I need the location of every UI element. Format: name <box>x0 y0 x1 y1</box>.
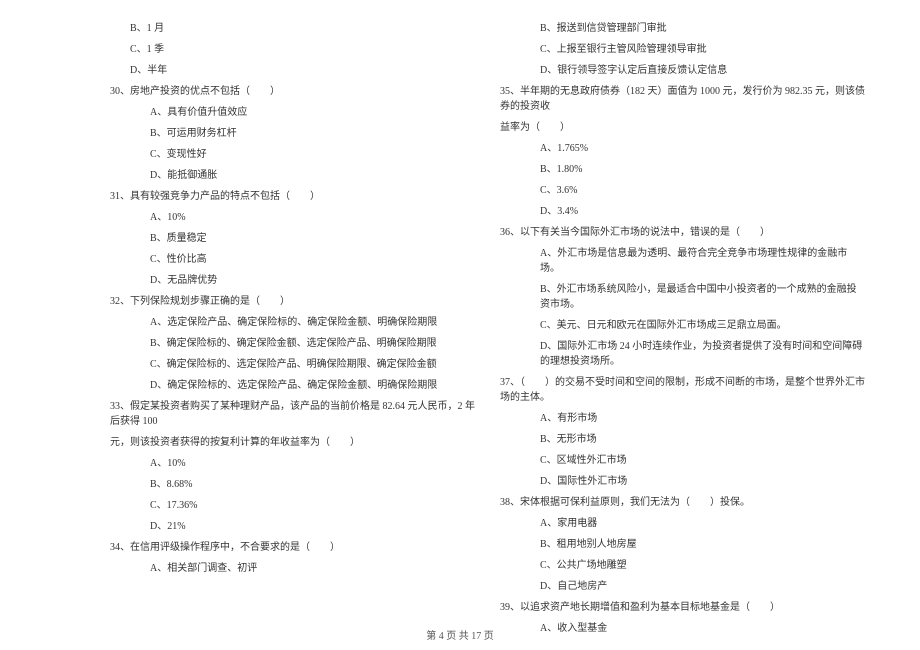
option: D、21% <box>150 519 475 534</box>
question-34: 34、在信用评级操作程序中，不合要求的是（ ） <box>110 540 475 555</box>
option: D、国际性外汇市场 <box>540 474 865 489</box>
page-content: B、1 月 C、1 季 D、半年 30、房地产投资的优点不包括（ ） A、具有价… <box>0 0 920 620</box>
right-column: B、报送到信贷管理部门审批 C、上报至银行主管风险管理领导审批 D、银行领导签字… <box>490 15 880 590</box>
option: B、1.80% <box>540 162 865 177</box>
question-32: 32、下列保险规划步骤正确的是（ ） <box>110 294 475 309</box>
option: C、3.6% <box>540 183 865 198</box>
option: D、自己地房产 <box>540 579 865 594</box>
option: B、无形市场 <box>540 432 865 447</box>
question-39: 39、以追求资产地长期增值和盈利为基本目标地基金是（ ） <box>500 600 865 615</box>
option: B、报送到信贷管理部门审批 <box>540 21 865 36</box>
option: D、无品牌优势 <box>150 273 475 288</box>
option: B、可运用财务杠杆 <box>150 126 475 141</box>
question-38: 38、宋体根据可保利益原则，我们无法为（ ）投保。 <box>500 495 865 510</box>
question-35: 35、半年期的无息政府债券（182 天）面值为 1000 元，发行价为 982.… <box>500 84 865 114</box>
question-33-cont: 元，则该投资者获得的按复利计算的年收益率为（ ） <box>110 435 475 450</box>
option: A、具有价值升值效应 <box>150 105 475 120</box>
option: C、公共广场地雕塑 <box>540 558 865 573</box>
option: A、选定保险产品、确定保险标的、确定保险金额、明确保险期限 <box>150 315 475 330</box>
question-30: 30、房地产投资的优点不包括（ ） <box>110 84 475 99</box>
option: B、8.68% <box>150 477 475 492</box>
option: C、1 季 <box>130 42 475 57</box>
option: B、确定保险标的、确定保险金额、选定保险产品、明确保险期限 <box>150 336 475 351</box>
option: C、区域性外汇市场 <box>540 453 865 468</box>
option: D、确定保险标的、选定保险产品、确定保险金额、明确保险期限 <box>150 378 475 393</box>
option: A、1.765% <box>540 141 865 156</box>
question-33: 33、假定某投资者购买了某种理财产品，该产品的当前价格是 82.64 元人民币，… <box>110 399 475 429</box>
question-36: 36、以下有关当今国际外汇市场的说法中，错误的是（ ） <box>500 225 865 240</box>
option: B、外汇市场系统风险小，是最适合中国中小投资者的一个成熟的金融投资市场。 <box>540 282 865 312</box>
option: A、10% <box>150 210 475 225</box>
option: C、美元、日元和欧元在国际外汇市场成三足鼎立局面。 <box>540 318 865 333</box>
option: D、半年 <box>130 63 475 78</box>
option: A、10% <box>150 456 475 471</box>
option: B、租用地别人地房屋 <box>540 537 865 552</box>
option: C、上报至银行主管风险管理领导审批 <box>540 42 865 57</box>
option: A、外汇市场是信息最为透明、最符合完全竞争市场理性规律的金融市场。 <box>540 246 865 276</box>
option: A、有形市场 <box>540 411 865 426</box>
option: D、3.4% <box>540 204 865 219</box>
option: C、变现性好 <box>150 147 475 162</box>
option: D、银行领导签字认定后直接反馈认定信息 <box>540 63 865 78</box>
option: D、能抵御通胀 <box>150 168 475 183</box>
option: C、性价比高 <box>150 252 475 267</box>
option: A、家用电器 <box>540 516 865 531</box>
option: D、国际外汇市场 24 小时连续作业，为投资者提供了没有时间和空间障碍的理想投资… <box>540 339 865 369</box>
page-footer: 第 4 页 共 17 页 <box>0 627 920 642</box>
left-column: B、1 月 C、1 季 D、半年 30、房地产投资的优点不包括（ ） A、具有价… <box>40 15 490 590</box>
option: C、17.36% <box>150 498 475 513</box>
question-31: 31、具有较强竞争力产品的特点不包括（ ） <box>110 189 475 204</box>
option: B、1 月 <box>130 21 475 36</box>
option: C、确定保险标的、选定保险产品、明确保险期限、确定保险金额 <box>150 357 475 372</box>
option: B、质量稳定 <box>150 231 475 246</box>
option: A、相关部门调查、初评 <box>150 561 475 576</box>
question-35-cont: 益率为（ ） <box>500 120 865 135</box>
question-37: 37、（ ）的交易不受时间和空间的限制，形成不间断的市场，是整个世界外汇市场的主… <box>500 375 865 405</box>
